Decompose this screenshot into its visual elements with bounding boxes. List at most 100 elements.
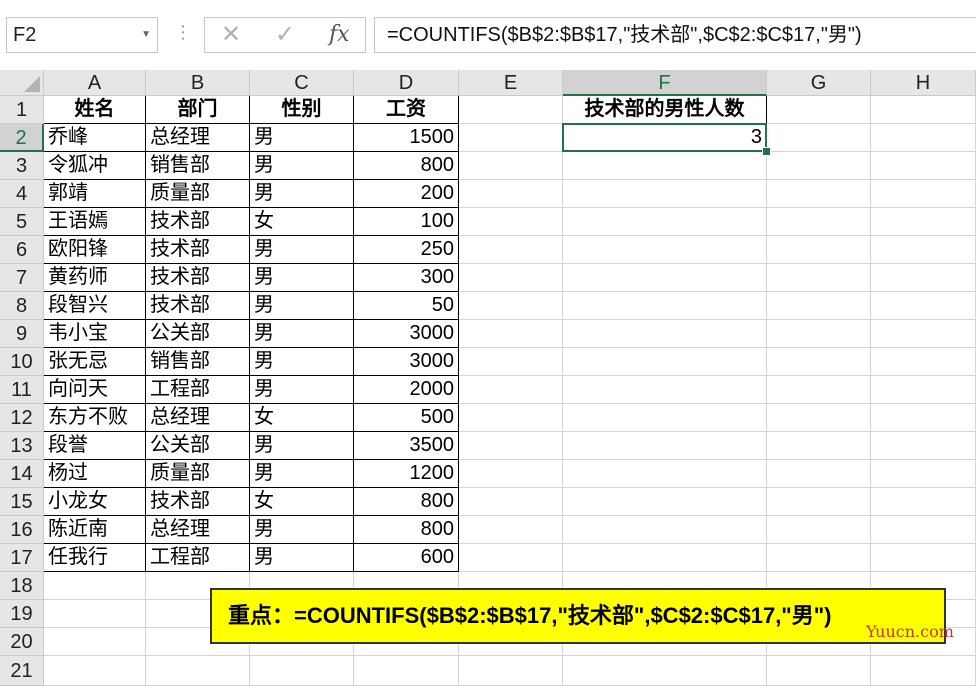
cell[interactable] [767, 404, 871, 432]
table-cell[interactable]: 男 [250, 236, 354, 264]
table-cell[interactable]: 500 [354, 404, 459, 432]
table-cell[interactable]: 销售部 [146, 152, 250, 180]
cell[interactable] [767, 208, 871, 236]
table-cell[interactable]: 质量部 [146, 460, 250, 488]
insert-function-icon[interactable]: fx [329, 22, 350, 47]
table-cell[interactable]: 女 [250, 488, 354, 516]
cell[interactable] [871, 124, 976, 152]
table-cell[interactable]: 段誉 [44, 432, 146, 460]
table-cell[interactable]: 3000 [354, 320, 459, 348]
cell[interactable] [871, 348, 976, 376]
cell[interactable] [459, 376, 563, 404]
table-cell[interactable]: 技术部 [146, 208, 250, 236]
row-header-11[interactable]: 11 [0, 376, 44, 404]
row-header-9[interactable]: 9 [0, 320, 44, 348]
table-cell[interactable]: 杨过 [44, 460, 146, 488]
cell[interactable] [767, 656, 871, 686]
cell[interactable] [767, 236, 871, 264]
cell[interactable] [767, 544, 871, 572]
cell[interactable] [563, 404, 767, 432]
table-cell[interactable]: 男 [250, 544, 354, 572]
cell[interactable] [459, 124, 563, 152]
table-cell[interactable]: 女 [250, 404, 354, 432]
table-cell[interactable]: 工程部 [146, 544, 250, 572]
table-cell[interactable]: 2000 [354, 376, 459, 404]
row-header-7[interactable]: 7 [0, 264, 44, 292]
row-header-8[interactable]: 8 [0, 292, 44, 320]
table-cell[interactable]: 韦小宝 [44, 320, 146, 348]
table-cell[interactable]: 男 [250, 180, 354, 208]
cell[interactable] [871, 320, 976, 348]
cell[interactable] [871, 292, 976, 320]
table-cell[interactable]: 男 [250, 264, 354, 292]
table-cell[interactable]: 男 [250, 376, 354, 404]
name-box[interactable]: F2 ▼ [6, 17, 158, 53]
column-header-E[interactable]: E [459, 70, 563, 96]
table-cell[interactable]: 总经理 [146, 516, 250, 544]
table-cell[interactable]: 3000 [354, 348, 459, 376]
row-header-15[interactable]: 15 [0, 488, 44, 516]
cell[interactable] [459, 460, 563, 488]
cell[interactable] [871, 432, 976, 460]
table-cell[interactable]: 技术部 [146, 236, 250, 264]
column-header-D[interactable]: D [354, 70, 459, 96]
table-cell[interactable]: 800 [354, 516, 459, 544]
row-header-6[interactable]: 6 [0, 236, 44, 264]
table-cell[interactable]: 陈近南 [44, 516, 146, 544]
table-cell[interactable]: 向问天 [44, 376, 146, 404]
row-header-1[interactable]: 1 [0, 96, 44, 124]
table-cell[interactable]: 黄药师 [44, 264, 146, 292]
cell[interactable] [871, 152, 976, 180]
column-header-H[interactable]: H [871, 70, 976, 96]
cell[interactable] [146, 656, 250, 686]
table-header-cell[interactable]: 工资 [354, 96, 459, 124]
cell[interactable] [459, 488, 563, 516]
cell[interactable] [459, 432, 563, 460]
cell[interactable] [459, 544, 563, 572]
select-all-corner[interactable] [0, 70, 44, 96]
table-cell[interactable]: 600 [354, 544, 459, 572]
cell[interactable] [767, 376, 871, 404]
cell[interactable] [871, 488, 976, 516]
row-header-21[interactable]: 21 [0, 656, 44, 686]
cell[interactable] [563, 516, 767, 544]
table-cell[interactable]: 乔峰 [44, 124, 146, 152]
fill-handle[interactable] [762, 147, 771, 156]
table-cell[interactable]: 技术部 [146, 292, 250, 320]
table-header-cell[interactable]: 性别 [250, 96, 354, 124]
column-header-F[interactable]: F [563, 70, 767, 96]
row-header-18[interactable]: 18 [0, 572, 44, 600]
cell[interactable] [563, 348, 767, 376]
cell[interactable] [459, 320, 563, 348]
cell[interactable] [563, 460, 767, 488]
table-cell[interactable]: 50 [354, 292, 459, 320]
table-cell[interactable]: 800 [354, 152, 459, 180]
table-cell[interactable]: 男 [250, 460, 354, 488]
cell[interactable] [563, 376, 767, 404]
cell[interactable] [563, 236, 767, 264]
cell[interactable] [459, 180, 563, 208]
cell[interactable] [871, 264, 976, 292]
cell[interactable] [563, 180, 767, 208]
column-header-C[interactable]: C [250, 70, 354, 96]
enter-check-icon[interactable]: ✓ [275, 20, 295, 49]
cell[interactable] [250, 656, 354, 686]
cell[interactable] [767, 348, 871, 376]
cell[interactable] [563, 544, 767, 572]
cell[interactable] [354, 656, 459, 686]
cell[interactable] [563, 488, 767, 516]
table-cell[interactable]: 男 [250, 320, 354, 348]
table-cell[interactable]: 200 [354, 180, 459, 208]
cell[interactable] [459, 348, 563, 376]
table-cell[interactable]: 技术部 [146, 264, 250, 292]
table-cell[interactable]: 3500 [354, 432, 459, 460]
table-header-cell[interactable]: 姓名 [44, 96, 146, 124]
column-header-B[interactable]: B [146, 70, 250, 96]
cell[interactable] [563, 320, 767, 348]
row-header-17[interactable]: 17 [0, 544, 44, 572]
table-cell[interactable]: 100 [354, 208, 459, 236]
cell[interactable] [871, 236, 976, 264]
table-cell[interactable]: 男 [250, 152, 354, 180]
cell[interactable] [563, 264, 767, 292]
table-header-cell[interactable]: 部门 [146, 96, 250, 124]
